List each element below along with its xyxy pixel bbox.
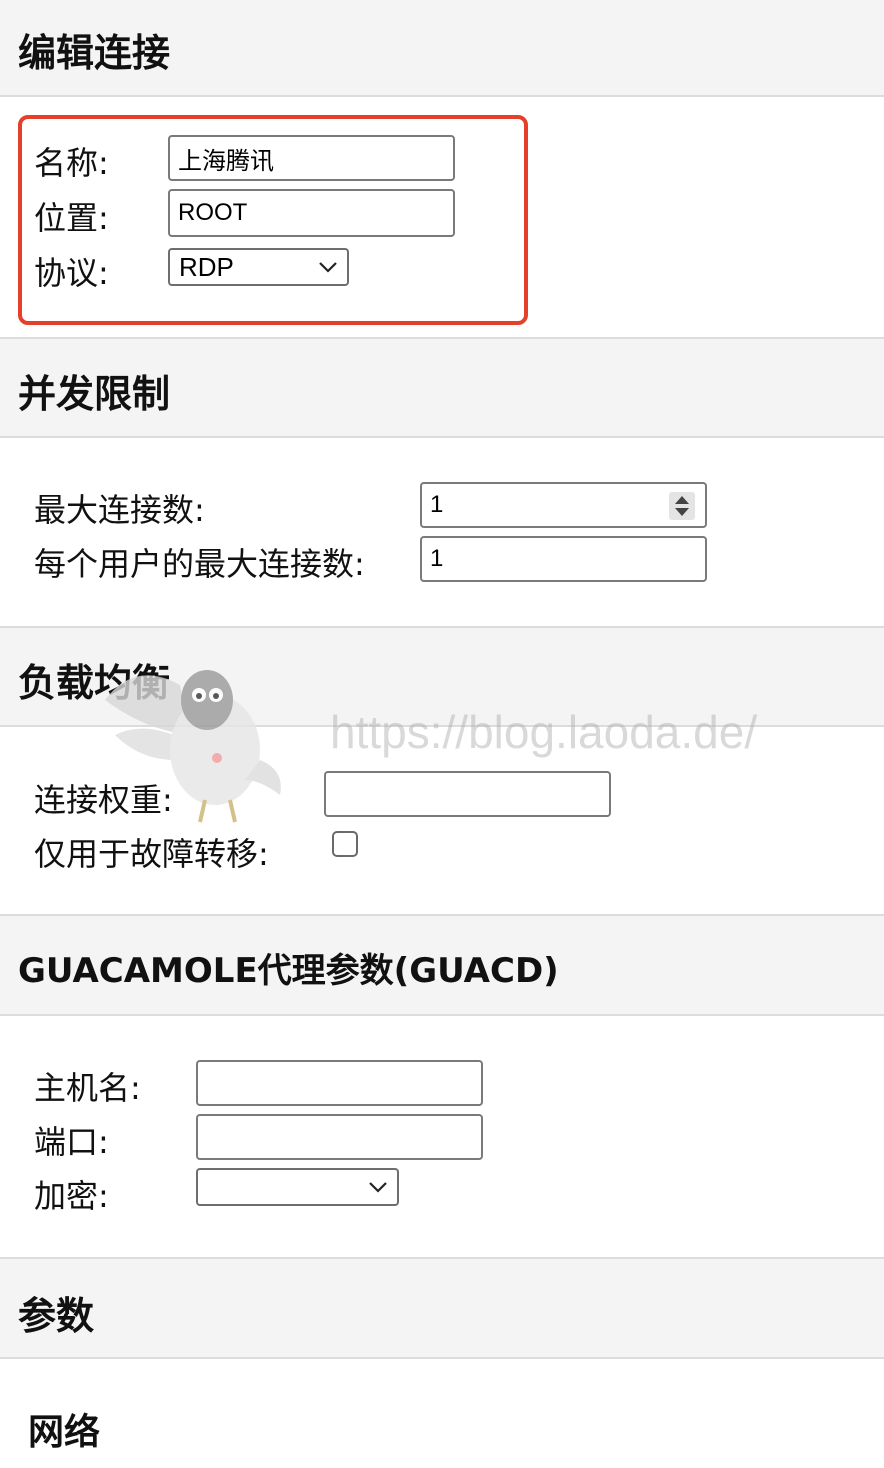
number-spinner[interactable]: [669, 492, 695, 520]
failover-label: 仅用于故障转移:: [34, 835, 269, 873]
name-input[interactable]: [168, 135, 455, 181]
failover-checkbox[interactable]: [332, 831, 358, 857]
guacd-title: GUACAMOLE代理参数(GUACD): [18, 951, 559, 991]
hostname-input[interactable]: [196, 1060, 483, 1106]
concurrency-header: 并发限制: [0, 337, 884, 438]
protocol-select-value: RDP: [179, 252, 234, 282]
guacd-header: GUACAMOLE代理参数(GUACD): [0, 914, 884, 1016]
max-per-user-label: 每个用户的最大连接数:: [34, 545, 365, 583]
network-subtitle: 网络: [28, 1412, 101, 1453]
encryption-label: 加密:: [34, 1177, 109, 1215]
chevron-down-icon: [319, 262, 337, 273]
encryption-select[interactable]: [196, 1168, 399, 1206]
watermark-url: https://blog.laoda.de/: [330, 706, 758, 758]
protocol-select[interactable]: RDP: [168, 248, 349, 286]
max-connections-label: 最大连接数:: [34, 491, 205, 529]
port-input[interactable]: [196, 1114, 483, 1160]
edit-connection-title: 编辑连接: [18, 31, 171, 75]
location-input[interactable]: [168, 189, 455, 237]
max-connections-input[interactable]: 1: [420, 482, 707, 528]
hostname-label: 主机名:: [34, 1069, 141, 1107]
connection-edit-page: 编辑连接 名称: 位置: 协议: RDP 并发限制 最大连接数: 1 每个用户的…: [0, 0, 884, 1468]
spinner-arrows-icon: [675, 496, 689, 516]
chevron-down-icon: [369, 1182, 387, 1193]
edit-connection-header: 编辑连接: [0, 0, 884, 97]
weight-input[interactable]: [324, 771, 611, 817]
location-label: 位置:: [34, 199, 109, 237]
max-connections-value: 1: [430, 491, 444, 518]
concurrency-title: 并发限制: [18, 372, 171, 416]
protocol-label: 协议:: [34, 254, 109, 292]
name-label: 名称:: [34, 144, 109, 182]
parameters-title: 参数: [18, 1294, 95, 1338]
port-label: 端口:: [34, 1123, 109, 1161]
weight-label: 连接权重:: [34, 781, 173, 819]
parameters-header: 参数: [0, 1257, 884, 1359]
max-per-user-input[interactable]: [420, 536, 707, 582]
